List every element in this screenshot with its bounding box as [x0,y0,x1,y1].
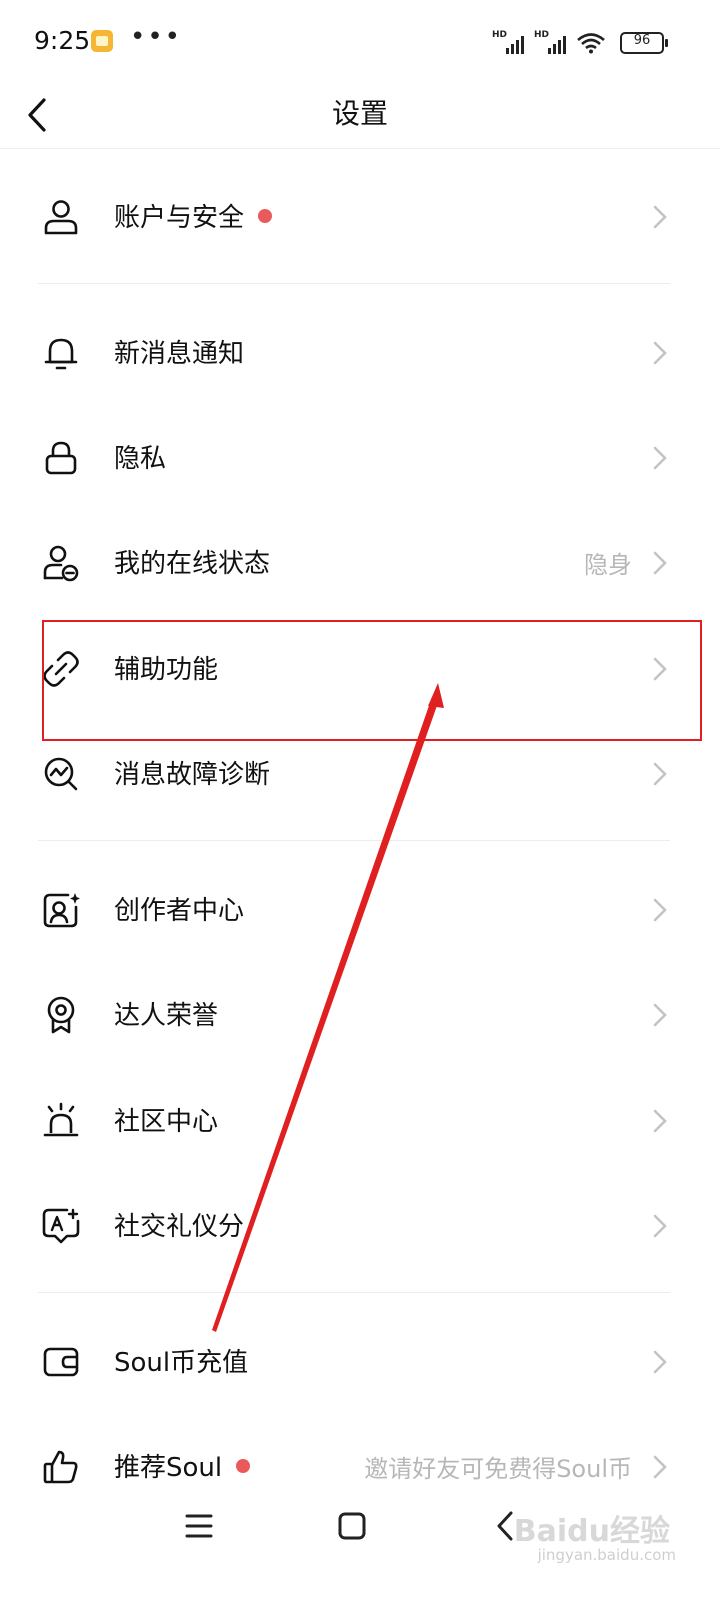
section-divider [38,1292,670,1293]
menu-item-creator-center[interactable]: 创作者中心 [0,859,720,959]
menu-item-online-status[interactable]: 我的在线状态 隐身 [0,512,720,612]
page-title: 设置 [331,97,388,130]
chevron-right-icon [653,1003,667,1027]
thumbs-up-icon [43,1450,78,1484]
menu-item-expert-honor[interactable]: 达人荣誉 [0,964,720,1064]
battery-level: 96 [633,33,651,48]
menu-item-label: 社区中心 [114,1107,219,1137]
menu-item-label: 创作者中心 [114,896,245,926]
status-bar: 9:25 ••• HD HD 96 [0,0,720,84]
watermark-logo: Baidu经验 [513,1514,670,1549]
signal-icon: HD [492,30,524,54]
menu-icon[interactable] [177,1504,221,1548]
more-notifications-icon: ••• [130,22,183,52]
lock-icon [45,441,77,475]
system-status-icons: HD HD 96 [492,28,668,54]
chevron-right-icon [653,205,667,229]
menu-item-label: 推荐Soul [114,1447,251,1484]
highlight-box [42,620,702,741]
menu-item-soul-coin-recharge[interactable]: Soul币充值 [0,1311,720,1411]
creator-icon [43,893,80,928]
menu-item-community-center[interactable]: 社区中心 [0,1070,720,1170]
chevron-right-icon [653,1350,667,1374]
menu-item-label: 消息故障诊断 [114,760,271,790]
recommend-soul-hint: 邀请好友可免费得Soul币 [364,1455,632,1483]
diagnosis-icon [44,757,78,791]
menu-item-label: 账户与安全 [114,197,273,234]
chevron-right-icon [653,898,667,922]
menu-item-label: 达人荣誉 [114,1001,219,1031]
section-divider [38,283,670,284]
chevron-right-icon [653,1214,667,1238]
menu-item-social-etiquette[interactable]: 社交礼仪分 [0,1175,720,1275]
bell-icon [44,338,78,370]
menu-item-account-security[interactable]: 账户与安全 [0,166,720,266]
menu-item-notifications[interactable]: 新消息通知 [0,302,720,402]
online-status-value: 隐身 [584,551,632,579]
notification-badge [236,1458,251,1473]
wifi-icon [577,33,605,54]
menu-item-label: 社交礼仪分 [114,1212,245,1242]
navigation-bar: 设置 [0,84,720,149]
chevron-right-icon [653,446,667,470]
signal-icon: HD [534,30,566,54]
section-divider [38,840,670,841]
battery-icon: 96 [620,32,668,54]
signal-hd-label: HD [534,30,550,40]
menu-item-privacy[interactable]: 隐私 [0,407,720,507]
notification-badge [258,208,273,223]
menu-item-label: 我的在线状态 [114,549,271,579]
etiquette-icon [42,1208,80,1244]
home-icon[interactable] [330,1504,374,1548]
watermark-url: jingyan.baidu.com [537,1546,676,1564]
status-time: 9:25 [34,26,91,55]
chevron-right-icon [653,762,667,786]
wallet-icon [43,1347,79,1377]
chevron-right-icon [653,1109,667,1133]
chevron-right-icon [653,341,667,365]
user-icon [44,200,78,235]
menu-item-label: Soul币充值 [114,1348,249,1378]
menu-item-label: 新消息通知 [114,339,245,369]
medal-icon [47,996,75,1034]
notification-app-icon [91,30,113,52]
chevron-right-icon [653,551,667,575]
signal-hd-label: HD [492,30,508,40]
alarm-icon [43,1102,79,1137]
online-status-icon [43,545,79,582]
chevron-right-icon [653,1455,667,1479]
menu-item-label: 隐私 [114,444,167,474]
